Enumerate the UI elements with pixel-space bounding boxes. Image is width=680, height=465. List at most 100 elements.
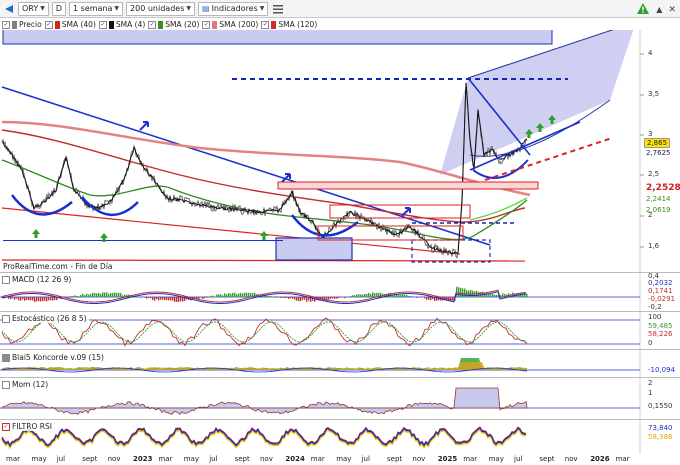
legend-item[interactable]: ✓ SMA (20) — [148, 20, 199, 29]
x-tick: mar — [615, 455, 630, 463]
macd-value: -0,0291 — [648, 295, 676, 303]
mom-title: Mom (12) — [12, 380, 49, 389]
legend-item[interactable]: ✓ SMA (120) — [261, 20, 317, 29]
x-tick: 2024 — [285, 455, 305, 463]
x-tick: mar — [463, 455, 478, 463]
y-tick: 3,5 — [648, 90, 660, 98]
stoch-title: Estocástico (26 8 5) — [12, 314, 87, 323]
x-tick: mar — [158, 455, 173, 463]
x-tick: jul — [56, 455, 66, 463]
price-tag: 2,7625 — [646, 149, 671, 157]
color-swatch — [212, 20, 218, 29]
x-tick: jul — [209, 455, 218, 463]
y-tick: 1 — [648, 389, 653, 397]
ticker-label: ORY — [22, 4, 39, 13]
rsi-title: FILTRO RSI — [12, 422, 52, 431]
rsi-value: 73,840 — [648, 424, 673, 432]
checkbox-icon[interactable] — [2, 380, 10, 389]
d-button[interactable]: D — [51, 1, 67, 16]
d-label: D — [55, 4, 63, 13]
y-tick: 2 — [648, 379, 653, 387]
blai-title: Blai5 Koncorde v.09 (15) — [12, 353, 104, 362]
chevron-down-icon: ▼ — [114, 5, 120, 12]
legend-item[interactable]: ✓ Precio — [2, 20, 42, 29]
x-tick: may — [336, 455, 352, 463]
caret-up-icon[interactable]: ▲ — [656, 5, 662, 14]
blai-panel[interactable]: Blai5 Koncorde v.09 (15) -10,094 — [0, 349, 680, 378]
checkbox-icon[interactable] — [2, 314, 10, 323]
checkbox-icon[interactable]: ✓ — [148, 20, 157, 29]
price-tag: 2,2528 — [646, 183, 680, 193]
macd-panel[interactable]: MACD (12 26 9) 0,4 0,2032 0,1741 -0,0291… — [0, 272, 680, 312]
legend-label: SMA (200) — [219, 20, 259, 29]
chevron-down-icon: ▼ — [259, 5, 265, 12]
mom-title-wrap: Mom (12) — [2, 380, 51, 389]
x-tick: sept — [234, 455, 250, 463]
stoch-title-wrap: Estocástico (26 8 5) — [2, 314, 89, 323]
x-tick: nov — [107, 455, 121, 463]
rsi-value: 58,386 — [648, 433, 673, 441]
legend-item[interactable]: ✓ SMA (4) — [98, 20, 145, 29]
y-tick: 100 — [648, 313, 662, 321]
mom-panel[interactable]: Mom (12) 2 1 0,1550 — [0, 377, 680, 420]
checkbox-icon[interactable]: ✓ — [2, 422, 10, 431]
y-tick: -0,2 — [648, 303, 662, 311]
toolbar: ORY ▼ D 1 semana ▼ 200 unidades ▼ ▤ Indi… — [0, 0, 680, 18]
close-icon[interactable]: ✕ — [668, 5, 676, 15]
x-tick: jul — [361, 455, 370, 463]
x-axis: mar may jul sept nov 2023 mar may jul sept nov 2024… — [0, 453, 680, 465]
rsi-chart — [0, 420, 641, 454]
checkbox-icon[interactable] — [2, 275, 10, 284]
macd-title-wrap: MACD (12 26 9) — [2, 275, 74, 284]
ticker-select[interactable]: ORY ▼ — [18, 1, 49, 16]
checkbox-icon[interactable]: ✓ — [261, 20, 270, 29]
rsi-panel[interactable]: ✓ FILTRO RSI 73,840 58,386 — [0, 419, 680, 454]
x-tick: may — [31, 455, 47, 463]
x-tick: may — [488, 455, 504, 463]
period-label: 1 semana — [73, 4, 113, 13]
x-tick: 2025 — [437, 455, 458, 463]
checkbox-icon[interactable]: ✓ — [2, 20, 10, 29]
blai-title-wrap: Blai5 Koncorde v.09 (15) — [2, 353, 106, 362]
legend-item[interactable]: ✓ SMA (200) — [202, 20, 258, 29]
legend-label: SMA (40) — [61, 20, 96, 29]
stoch-value: 59,485 — [648, 322, 673, 330]
x-tick: sept — [387, 455, 403, 463]
indicators-icon: ▤ — [202, 4, 210, 13]
source-label: ProRealTime.com - Fin de Día — [3, 262, 113, 271]
price-tag: 2,865 — [644, 138, 671, 148]
x-tick: sept — [82, 455, 98, 463]
legend-item[interactable]: ✓ SMA (40) — [44, 20, 96, 29]
macd-value: 0,2032 — [648, 279, 673, 287]
legend-label: Precio — [19, 20, 42, 29]
chevron-down-icon: ▼ — [40, 5, 45, 12]
indicators-button[interactable]: ▤ Indicadores ▼ — [198, 1, 269, 16]
checkbox-icon[interactable] — [2, 353, 10, 362]
back-arrow-icon[interactable] — [2, 2, 15, 15]
macd-chart — [0, 273, 641, 312]
units-label: 200 unidades — [130, 4, 185, 13]
price-chart — [1, 30, 644, 272]
stoch-chart — [0, 312, 641, 350]
list-icon[interactable] — [271, 2, 284, 15]
macd-title: MACD (12 26 9) — [12, 275, 72, 284]
y-tick: 0 — [648, 339, 653, 347]
x-tick: 2023 — [133, 455, 153, 463]
period-select[interactable]: 1 semana ▼ — [69, 1, 124, 16]
y-tick: 1,6 — [648, 242, 660, 250]
checkbox-icon[interactable]: ✓ — [202, 20, 211, 29]
mom-chart — [0, 378, 641, 420]
warning-icon[interactable] — [636, 2, 650, 17]
checkbox-icon[interactable]: ✓ — [44, 20, 53, 29]
y-tick: 4 — [648, 49, 653, 57]
price-panel[interactable]: 4 3,5 3 2,5 2 1,6 2,865 2,7625 2,2528 2,… — [0, 30, 680, 272]
color-swatch — [108, 20, 114, 29]
units-select[interactable]: 200 unidades ▼ — [126, 1, 195, 16]
checkbox-icon[interactable]: ✓ — [98, 20, 107, 29]
color-swatch — [158, 20, 164, 29]
y-tick: 3 — [648, 130, 653, 138]
stoch-panel[interactable]: Estocástico (26 8 5) 100 59,485 58,226 0 — [0, 311, 680, 350]
x-tick: 2026 — [590, 455, 610, 463]
blai-value: -10,094 — [648, 366, 676, 374]
color-swatch — [271, 20, 277, 29]
